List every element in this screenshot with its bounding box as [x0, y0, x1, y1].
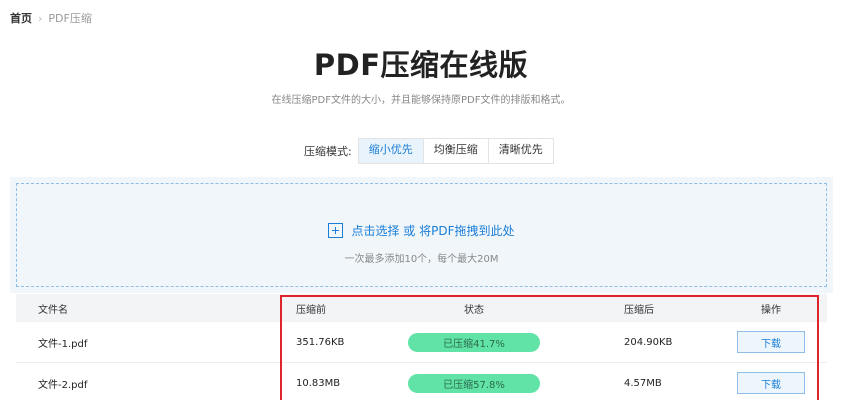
- download-button[interactable]: 下载: [737, 372, 805, 394]
- file-dropzone[interactable]: 点击选择 或 将PDF拖拽到此处 一次最多添加10个，每个最大20M: [16, 183, 827, 287]
- action-cell: 下载: [731, 363, 811, 400]
- header-status: 状态: [464, 304, 484, 316]
- size-before: 10.83MB: [296, 377, 341, 389]
- plus-icon: [328, 223, 344, 238]
- mode-option-clarity[interactable]: 清晰优先: [487, 139, 553, 163]
- file-name: 文件-1.pdf: [38, 338, 88, 350]
- header-size-before: 压缩前: [296, 304, 326, 316]
- upload-main-text: 点击选择 或 将PDF拖拽到此处: [351, 224, 515, 238]
- mode-option-balanced[interactable]: 均衡压缩: [422, 139, 488, 163]
- mode-option-smallest[interactable]: 缩小优先: [358, 139, 423, 163]
- status-badge: 已压缩41.7%: [408, 332, 540, 352]
- size-after: 204.90KB: [624, 336, 673, 348]
- upload-select-button[interactable]: 点击选择 或 将PDF拖拽到此处: [17, 222, 826, 239]
- chevron-right-icon: ›: [38, 11, 43, 25]
- table-row: 文件-1.pdf 351.76KB 已压缩41.7% 204.90KB 下载: [16, 322, 827, 363]
- compression-mode-row: 压缩模式: 缩小优先 均衡压缩 清晰优先: [304, 138, 554, 164]
- table-header: 文件名 压缩前 状态 压缩后 操作: [16, 294, 827, 322]
- file-table: 文件名 压缩前 状态 压缩后 操作 文件-1.pdf 351.76KB 已压缩4…: [16, 294, 827, 400]
- header-size-after: 压缩后: [624, 304, 654, 316]
- compression-mode-label: 压缩模式:: [304, 145, 352, 158]
- header-action: 操作: [761, 304, 781, 316]
- breadcrumb-current: PDF压缩: [48, 12, 92, 25]
- upload-area: 点击选择 或 将PDF拖拽到此处 一次最多添加10个，每个最大20M: [10, 177, 833, 293]
- page-subtitle: 在线压缩PDF文件的大小，并且能够保持原PDF文件的排版和格式。: [271, 95, 571, 106]
- breadcrumb-home-link[interactable]: 首页: [10, 10, 32, 26]
- status-badge: 已压缩57.8%: [408, 373, 540, 393]
- page-title: PDF压缩在线版: [313, 48, 529, 82]
- upload-hint: 一次最多添加10个，每个最大20M: [344, 254, 499, 265]
- status-cell: 已压缩41.7%: [408, 322, 540, 362]
- breadcrumb: 首页 › PDF压缩: [10, 10, 92, 26]
- size-after: 4.57MB: [624, 377, 662, 389]
- table-row: 文件-2.pdf 10.83MB 已压缩57.8% 4.57MB 下载: [16, 363, 827, 400]
- compression-mode-group: 缩小优先 均衡压缩 清晰优先: [357, 138, 554, 164]
- download-button[interactable]: 下载: [737, 331, 805, 353]
- file-name: 文件-2.pdf: [38, 379, 88, 391]
- action-cell: 下载: [731, 322, 811, 362]
- status-cell: 已压缩57.8%: [408, 363, 540, 400]
- size-before: 351.76KB: [296, 336, 345, 348]
- header-file-name: 文件名: [38, 304, 68, 316]
